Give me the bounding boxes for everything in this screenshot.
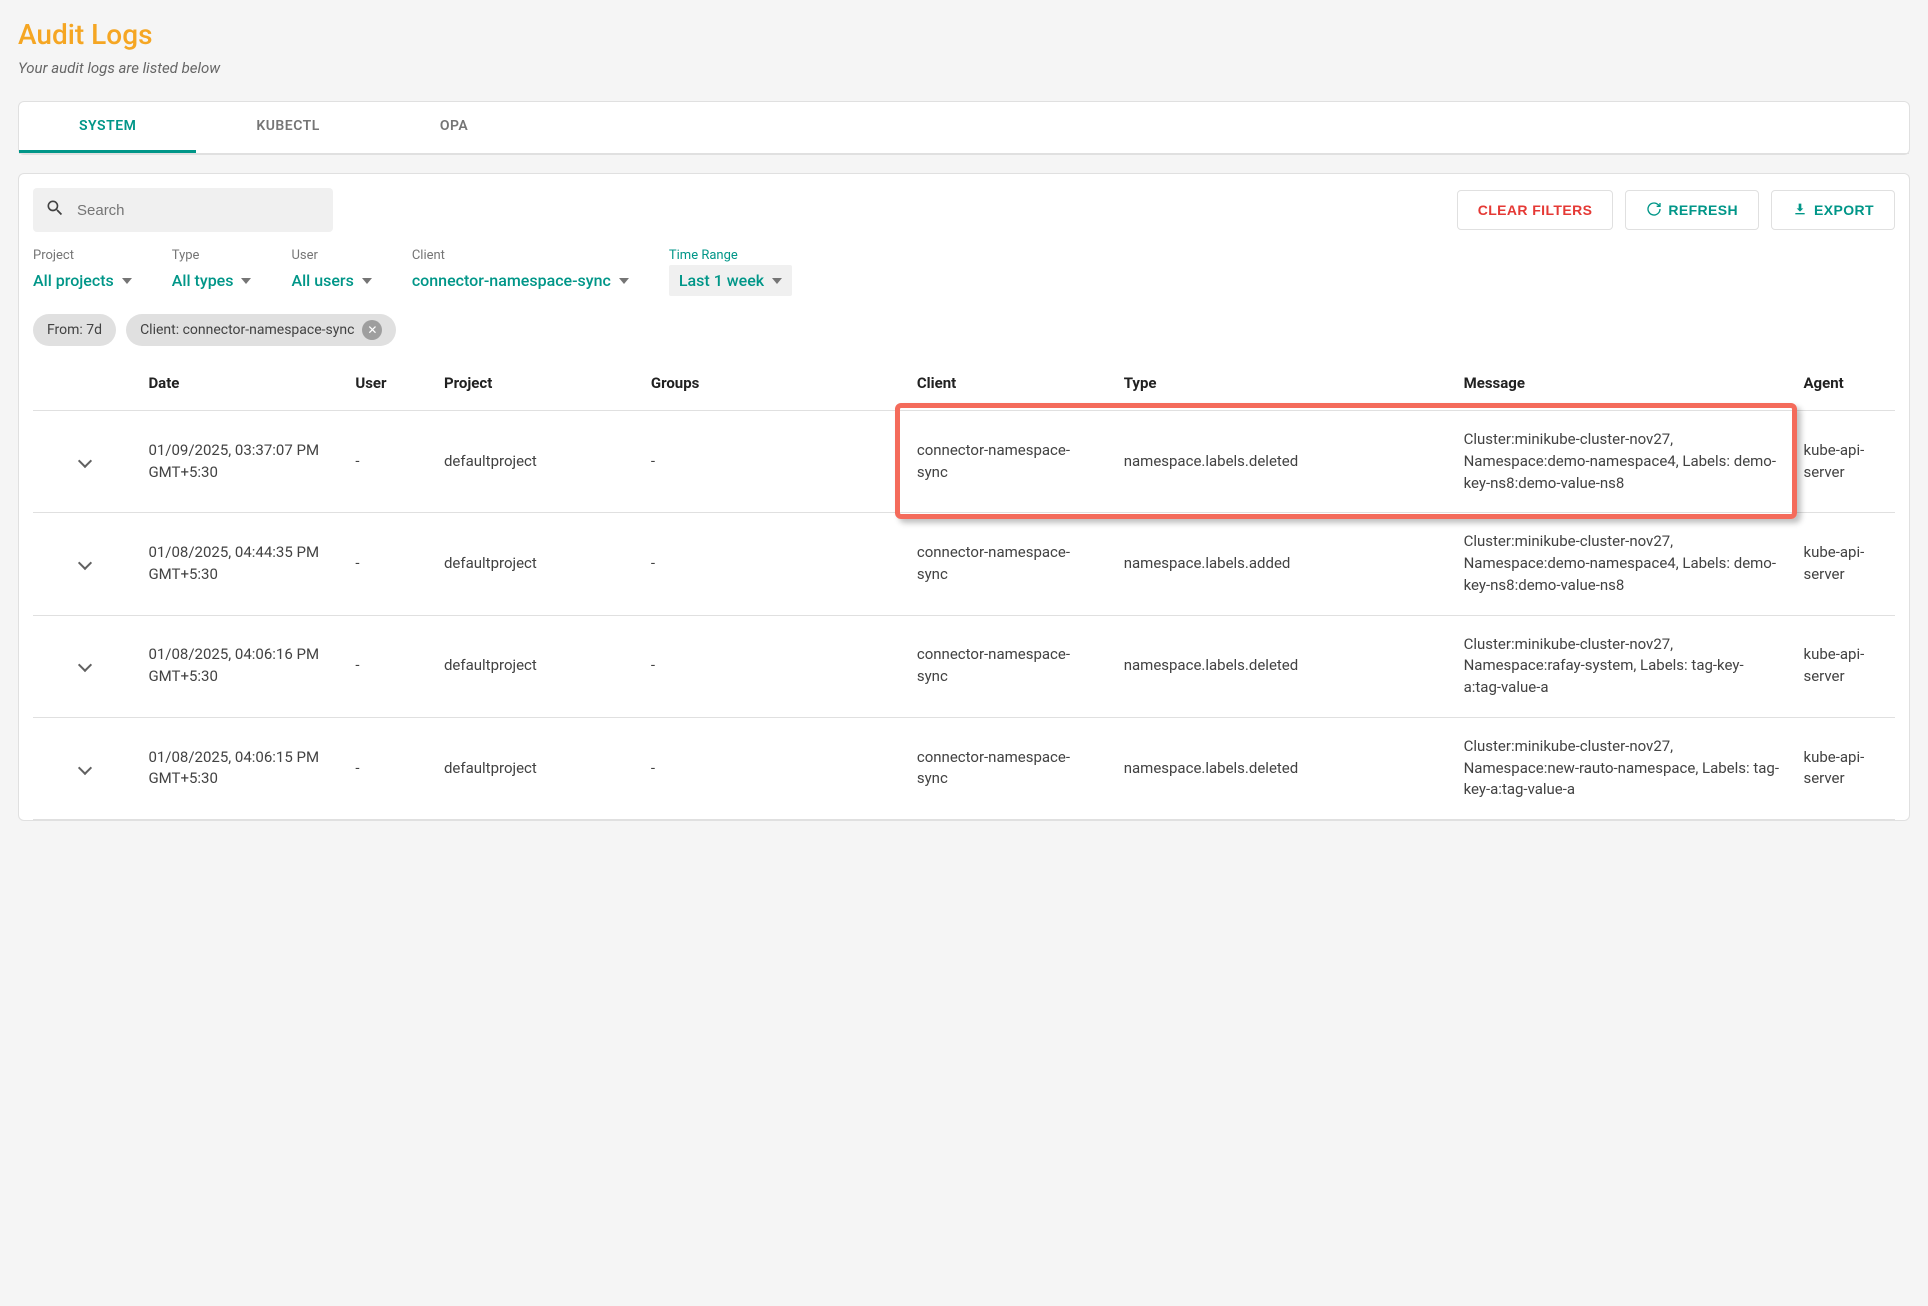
filter-chips: From: 7d Client: connector-namespace-syn… <box>33 314 1895 346</box>
page-subtitle: Your audit logs are listed below <box>18 59 1910 77</box>
filter-project-value[interactable]: All projects <box>33 265 132 296</box>
filter-project-text: All projects <box>33 271 114 290</box>
cell-agent: kube-api-server <box>1791 615 1895 717</box>
column-groups[interactable]: Groups <box>639 360 905 411</box>
filter-time-label: Time Range <box>669 248 792 263</box>
tabs: SYSTEM KUBECTL OPA <box>19 102 1909 154</box>
cell-project: defaultproject <box>432 615 639 717</box>
content-card: CLEAR FILTERS REFRESH EXPORT Project All… <box>18 173 1910 821</box>
cell-type: namespace.labels.deleted <box>1112 615 1452 717</box>
search-box[interactable] <box>33 188 333 232</box>
table-row: 01/08/2025, 04:06:15 PM GMT+5:30-default… <box>33 717 1895 819</box>
chip-client[interactable]: Client: connector-namespace-sync ✕ <box>126 314 396 346</box>
caret-down-icon <box>772 278 782 284</box>
cell-type: namespace.labels.deleted <box>1112 411 1452 513</box>
cell-user: - <box>343 411 432 513</box>
filter-time-text: Last 1 week <box>679 271 764 290</box>
audit-logs-table: Date User Project Groups Client Type Mes… <box>33 360 1895 820</box>
cell-message: Cluster:minikube-cluster-nov27, Namespac… <box>1452 717 1792 819</box>
close-icon[interactable]: ✕ <box>362 320 382 340</box>
caret-down-icon <box>122 278 132 284</box>
cell-client: connector-namespace-sync <box>905 615 1112 717</box>
cell-client: connector-namespace-sync <box>905 411 1112 513</box>
refresh-icon <box>1646 201 1662 220</box>
cell-agent: kube-api-server <box>1791 717 1895 819</box>
cell-agent: kube-api-server <box>1791 411 1895 513</box>
filter-user-text: All users <box>291 271 353 290</box>
filter-type-label: Type <box>172 248 252 263</box>
column-client[interactable]: Client <box>905 360 1112 411</box>
export-button[interactable]: EXPORT <box>1771 190 1895 230</box>
cell-user: - <box>343 513 432 615</box>
page-title: Audit Logs <box>18 18 1910 51</box>
tab-kubectl[interactable]: KUBECTL <box>196 102 379 153</box>
cell-message: Cluster:minikube-cluster-nov27, Namespac… <box>1452 615 1792 717</box>
column-date[interactable]: Date <box>136 360 343 411</box>
cell-groups: - <box>639 411 905 513</box>
chevron-down-icon[interactable] <box>78 658 92 672</box>
tab-system[interactable]: SYSTEM <box>19 102 196 153</box>
refresh-button[interactable]: REFRESH <box>1625 190 1759 230</box>
column-project[interactable]: Project <box>432 360 639 411</box>
table-row: 01/09/2025, 03:37:07 PM GMT+5:30-default… <box>33 411 1895 513</box>
cell-user: - <box>343 717 432 819</box>
chip-from-label: From: 7d <box>47 322 102 338</box>
cell-project: defaultproject <box>432 513 639 615</box>
cell-groups: - <box>639 513 905 615</box>
chip-from[interactable]: From: 7d <box>33 314 116 346</box>
cell-groups: - <box>639 717 905 819</box>
cell-date: 01/08/2025, 04:06:15 PM GMT+5:30 <box>136 717 343 819</box>
cell-type: namespace.labels.added <box>1112 513 1452 615</box>
tabs-card: SYSTEM KUBECTL OPA <box>18 101 1910 155</box>
refresh-label: REFRESH <box>1668 202 1738 218</box>
table-wrap: Date User Project Groups Client Type Mes… <box>33 360 1895 820</box>
chevron-down-icon[interactable] <box>78 760 92 774</box>
cell-agent: kube-api-server <box>1791 513 1895 615</box>
chevron-down-icon[interactable] <box>78 556 92 570</box>
chip-client-label: Client: connector-namespace-sync <box>140 322 354 338</box>
toolbar: CLEAR FILTERS REFRESH EXPORT <box>33 188 1895 232</box>
search-input[interactable] <box>65 202 321 219</box>
cell-project: defaultproject <box>432 717 639 819</box>
table-row: 01/08/2025, 04:06:16 PM GMT+5:30-default… <box>33 615 1895 717</box>
cell-project: defaultproject <box>432 411 639 513</box>
chevron-down-icon[interactable] <box>78 454 92 468</box>
column-message[interactable]: Message <box>1452 360 1792 411</box>
filter-client-label: Client <box>412 248 629 263</box>
filter-type-text: All types <box>172 271 234 290</box>
download-icon <box>1792 201 1808 220</box>
caret-down-icon <box>619 278 629 284</box>
filter-user-label: User <box>291 248 371 263</box>
filter-time-value[interactable]: Last 1 week <box>669 265 792 296</box>
table-row: 01/08/2025, 04:44:35 PM GMT+5:30-default… <box>33 513 1895 615</box>
column-agent[interactable]: Agent <box>1791 360 1895 411</box>
cell-client: connector-namespace-sync <box>905 717 1112 819</box>
column-type[interactable]: Type <box>1112 360 1452 411</box>
search-icon <box>45 198 65 222</box>
cell-message: Cluster:minikube-cluster-nov27, Namespac… <box>1452 513 1792 615</box>
filter-project-label: Project <box>33 248 132 263</box>
export-label: EXPORT <box>1814 202 1874 218</box>
cell-date: 01/08/2025, 04:06:16 PM GMT+5:30 <box>136 615 343 717</box>
caret-down-icon <box>241 278 251 284</box>
cell-client: connector-namespace-sync <box>905 513 1112 615</box>
filter-user-value[interactable]: All users <box>291 265 371 296</box>
filter-client-text: connector-namespace-sync <box>412 271 611 290</box>
filter-client-value[interactable]: connector-namespace-sync <box>412 265 629 296</box>
cell-user: - <box>343 615 432 717</box>
cell-message: Cluster:minikube-cluster-nov27, Namespac… <box>1452 411 1792 513</box>
cell-groups: - <box>639 615 905 717</box>
cell-type: namespace.labels.deleted <box>1112 717 1452 819</box>
cell-date: 01/08/2025, 04:44:35 PM GMT+5:30 <box>136 513 343 615</box>
caret-down-icon <box>362 278 372 284</box>
filter-type-value[interactable]: All types <box>172 265 252 296</box>
filters: Project All projects Type All types User… <box>33 248 1895 296</box>
column-user[interactable]: User <box>343 360 432 411</box>
tab-opa[interactable]: OPA <box>380 102 528 153</box>
clear-filters-button[interactable]: CLEAR FILTERS <box>1457 190 1614 230</box>
cell-date: 01/09/2025, 03:37:07 PM GMT+5:30 <box>136 411 343 513</box>
